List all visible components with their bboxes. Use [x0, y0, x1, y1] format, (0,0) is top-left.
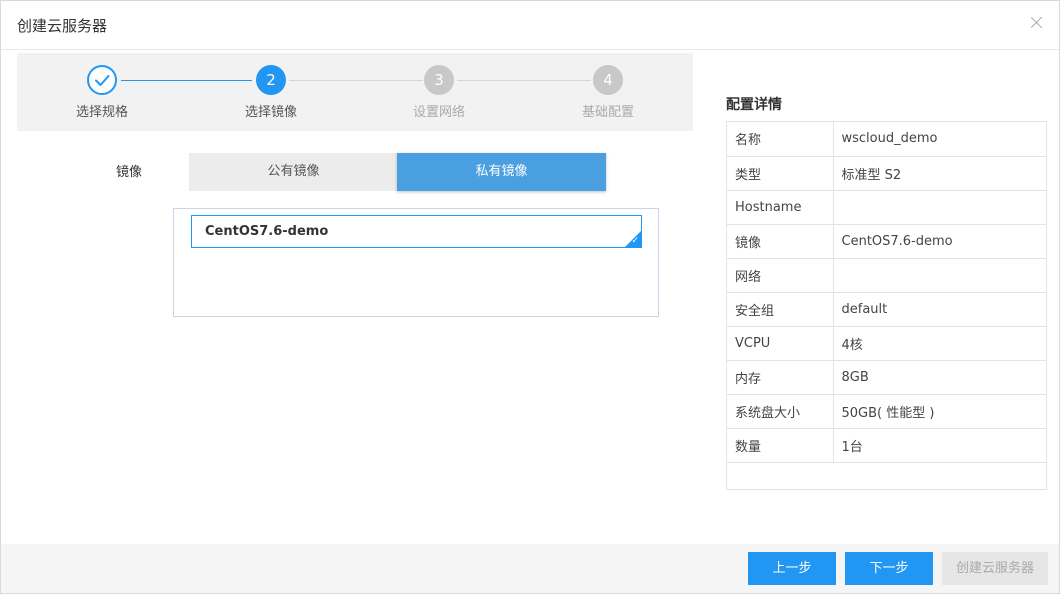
detail-key: 镜像 — [727, 224, 834, 259]
detail-key: 安全组 — [727, 292, 834, 327]
step-label: 设置网络 — [412, 105, 465, 120]
table-row: VCPU 4核 — [727, 326, 1046, 361]
tab-private-image[interactable]: 私有镜像 — [397, 153, 606, 191]
image-field-label: 镜像 — [116, 165, 143, 180]
detail-value: wscloud_demo — [833, 122, 1046, 157]
dialog-header: 创建云服务器 — [1, 1, 1059, 50]
step-number: 3 — [424, 65, 454, 95]
table-row: 数量 1台 — [727, 428, 1046, 463]
dialog-title: 创建云服务器 — [17, 17, 108, 35]
step-4: 4 基础配置 — [548, 65, 668, 120]
details-title: 配置详情 — [726, 97, 782, 113]
step-number: 2 — [256, 65, 286, 95]
table-row: 安全组 default — [727, 292, 1046, 327]
detail-value: CentOS7.6-demo — [833, 224, 1046, 259]
detail-key: 内存 — [727, 360, 834, 395]
detail-value: 1台 — [833, 428, 1046, 463]
dialog-footer: 上一步 下一步 创建云服务器 — [1, 544, 1059, 593]
detail-value: 8GB — [833, 360, 1046, 395]
image-option[interactable]: CentOS7.6-demo ✓ — [191, 215, 642, 248]
create-server-button[interactable]: 创建云服务器 — [942, 552, 1048, 585]
tab-public-image[interactable]: 公有镜像 — [189, 153, 398, 191]
detail-key: 系统盘大小 — [727, 394, 834, 429]
step-2: 2 选择镜像 — [211, 65, 331, 120]
next-step-button[interactable]: 下一步 — [845, 552, 933, 585]
detail-key: VCPU — [727, 326, 834, 361]
table-row: Hostname — [727, 190, 1046, 225]
detail-value: 标准型 S2 — [833, 156, 1046, 191]
detail-value: default — [833, 292, 1046, 327]
detail-key: Hostname — [727, 190, 834, 225]
detail-value — [833, 190, 1046, 225]
detail-value: 50GB( 性能型 ) — [833, 394, 1046, 429]
detail-key: 网络 — [727, 258, 834, 293]
close-icon[interactable] — [1029, 15, 1045, 31]
stepper: 选择规格 2 选择镜像 3 设置网络 4 基础配置 — [17, 53, 693, 131]
detail-key: 数量 — [727, 428, 834, 463]
step-label: 选择镜像 — [244, 105, 297, 120]
table-row: 镜像 CentOS7.6-demo — [727, 224, 1046, 259]
table-row: 名称 wscloud_demo — [727, 122, 1046, 157]
checkmark-icon: ✓ — [631, 236, 639, 246]
step-label: 基础配置 — [581, 105, 634, 120]
create-server-dialog: 创建云服务器 选择规格 2 选择镜像 3 设置网络 4 基础配置 镜像 公有镜像… — [0, 0, 1060, 594]
prev-step-button[interactable]: 上一步 — [748, 552, 836, 585]
image-list: CentOS7.6-demo ✓ — [173, 208, 659, 317]
image-option-name: CentOS7.6-demo — [205, 224, 329, 239]
table-row: 类型 标准型 S2 — [727, 156, 1046, 191]
table-row: 网络 — [727, 258, 1046, 293]
step-label: 选择规格 — [75, 105, 128, 120]
table-row: 内存 8GB — [727, 360, 1046, 395]
step-number: 4 — [593, 65, 623, 95]
table-row: 系统盘大小 50GB( 性能型 ) — [727, 394, 1046, 429]
step-1: 选择规格 — [42, 65, 162, 120]
detail-key: 类型 — [727, 156, 834, 191]
details-table: 名称 wscloud_demo 类型 标准型 S2 Hostname 镜像 Ce… — [726, 121, 1047, 490]
check-icon — [87, 65, 117, 95]
detail-key: 名称 — [727, 122, 834, 157]
detail-value — [833, 258, 1046, 293]
detail-value: 4核 — [833, 326, 1046, 361]
step-3: 3 设置网络 — [379, 65, 499, 120]
